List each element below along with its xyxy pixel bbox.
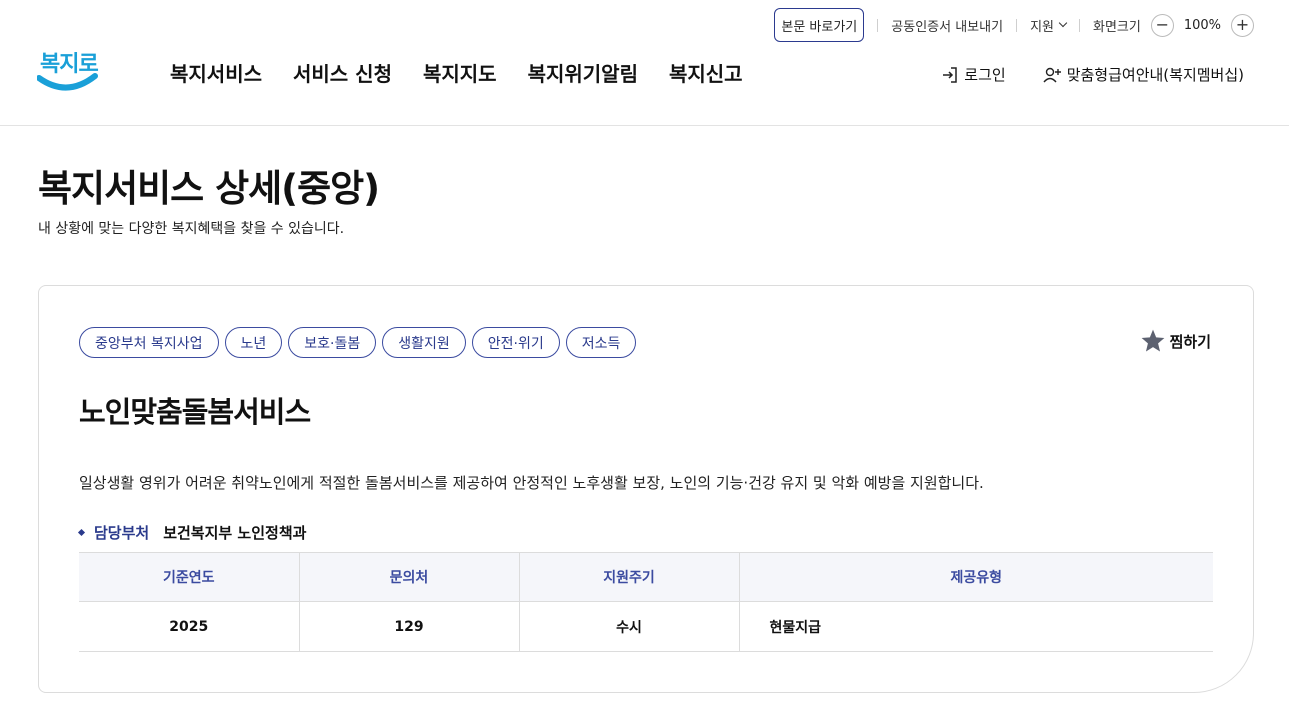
user-add-icon [1043,67,1061,82]
cell-provision-type: 현물지급 [738,601,1213,652]
cell-support-cycle: 수시 [518,601,739,652]
diamond-bullet-icon [77,528,86,537]
nav-item-service-apply[interactable]: 서비스 신청 [293,58,392,87]
tag-living-support[interactable]: 생활지원 [382,327,466,358]
zoom-label: 화면크기 [1092,19,1141,35]
nav-item-welfare-map[interactable]: 복지지도 [423,58,497,87]
zoom-value: 100% [1183,17,1221,33]
support-label: 지원 [1030,19,1054,35]
member-links: 로그인 맞춤형급여안내(복지멤버십) [941,64,1244,85]
support-menu[interactable]: 지원 [1030,16,1068,35]
department-label: 담당부처 [94,524,150,542]
nav-item-welfare-report[interactable]: 복지신고 [669,58,743,87]
tag-low-income[interactable]: 저소득 [565,327,637,358]
cert-export-link[interactable]: 공동인증서 내보내기 [891,16,1003,35]
service-tags: 중앙부처 복지사업 노년 보호·돌봄 생활지원 안전·위기 저소득 [79,327,637,358]
table-header-row: 기준연도 문의처 지원주기 제공유형 [79,552,1213,602]
tag-central-ministry[interactable]: 중앙부처 복지사업 [79,327,219,358]
service-title: 노인맞춤돌봄서비스 [79,395,311,429]
chevron-down-icon [1058,18,1068,28]
login-link[interactable]: 로그인 [941,64,1006,85]
department-info: 담당부처 보건복지부 노인정책과 [77,522,307,543]
zoom-out-button[interactable]: − [1150,13,1174,37]
header-support-cycle: 지원주기 [518,552,739,602]
main-nav: 복지서비스 서비스 신청 복지지도 복지위기알림 복지신고 [170,58,743,87]
login-icon [943,66,958,83]
page-title: 복지서비스 상세(중앙) [38,167,380,210]
tag-protection-care[interactable]: 보호·돌봄 [288,327,377,358]
site-logo[interactable]: 복지로 [37,46,99,98]
header-provision-type: 제공유형 [738,552,1213,602]
login-label: 로그인 [964,66,1006,84]
tag-elderly[interactable]: 노년 [224,327,283,358]
header-contact: 문의처 [298,552,519,602]
service-info-table: 기준연도 문의처 지원주기 제공유형 2025 129 수시 현물지급 [79,552,1213,652]
cell-base-year: 2025 [79,601,299,652]
favorite-label: 찜하기 [1169,332,1211,351]
smile-icon [37,73,98,91]
header-base-year: 기준연도 [79,552,299,602]
skip-to-content-link[interactable]: 본문 바로가기 [774,8,865,42]
divider [1016,18,1018,32]
table-row: 2025 129 수시 현물지급 [79,601,1213,652]
utility-bar: 본문 바로가기 공동인증서 내보내기 지원 화면크기 − 100% + [774,8,1254,42]
tag-safety-crisis[interactable]: 안전·위기 [471,327,560,358]
divider [877,18,879,32]
custom-benefit-guide-label: 맞춤형급여안내(복지멤버십) [1066,66,1244,84]
service-description: 일상생활 영위가 어려운 취약노인에게 적절한 돌봄서비스를 제공하여 안정적인… [79,474,984,492]
page-description: 내 상황에 맞는 다양한 복지혜택을 찾을 수 있습니다. [38,221,345,237]
department-value: 보건복지부 노인정책과 [163,524,307,542]
zoom-in-button[interactable]: + [1231,13,1254,37]
nav-item-welfare-service[interactable]: 복지서비스 [170,58,262,87]
header-divider [0,125,1289,126]
nav-item-crisis-alert[interactable]: 복지위기알림 [528,58,638,87]
divider [1078,18,1080,32]
star-icon [1141,329,1164,352]
favorite-button[interactable]: 찜하기 [1140,328,1211,354]
custom-benefit-guide-link[interactable]: 맞춤형급여안내(복지멤버십) [1042,64,1244,85]
service-detail-card: 중앙부처 복지사업 노년 보호·돌봄 생활지원 안전·위기 저소득 찜하기 노인… [38,285,1254,693]
cell-contact: 129 [298,601,519,652]
